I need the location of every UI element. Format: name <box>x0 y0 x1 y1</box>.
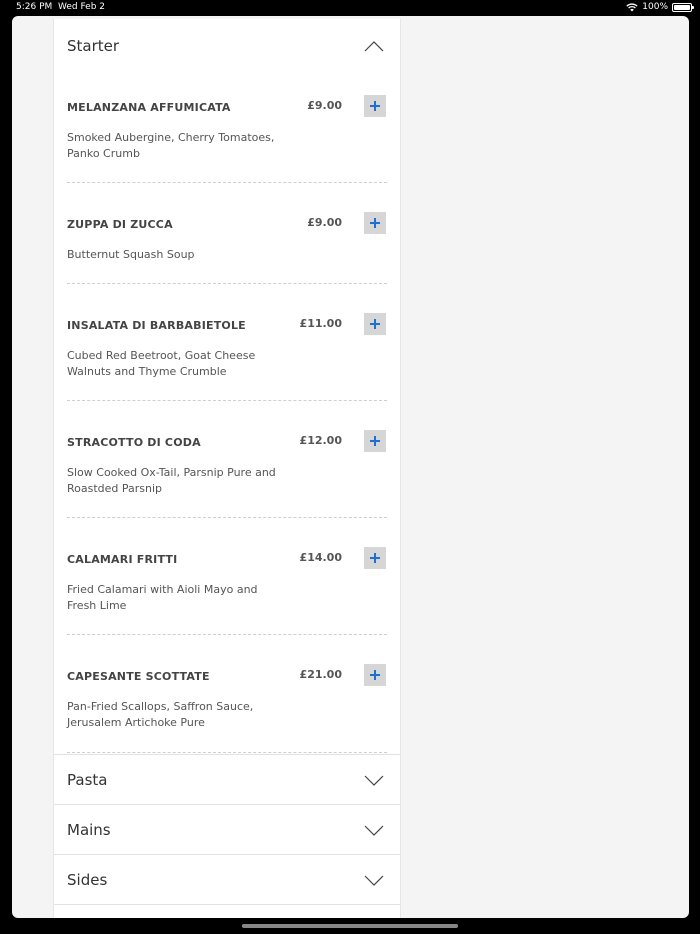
section-header-pasta[interactable]: Pasta <box>54 754 400 805</box>
menu-item-name: MELANZANA AFFUMICATA <box>67 101 231 114</box>
wifi-icon <box>626 2 638 11</box>
plus-icon <box>370 553 380 563</box>
menu-item-description: Fried Calamari with Aioli Mayo and Fresh… <box>67 583 258 612</box>
menu-item-price: £9.00 <box>307 99 342 112</box>
add-item-button[interactable] <box>364 547 386 569</box>
add-item-button[interactable] <box>364 430 386 452</box>
status-time: 5:26 PM Wed Feb 2 <box>16 0 105 14</box>
plus-icon <box>370 670 380 680</box>
menu-item-price: £9.00 <box>307 216 342 229</box>
add-item-button[interactable] <box>364 95 386 117</box>
menu-item-price: £21.00 <box>299 668 342 681</box>
menu-item-description: Cubed Red Beetroot, Goat Cheese Walnuts … <box>67 349 256 378</box>
menu-item-description: Slow Cooked Ox-Tail, Parsnip Pure and Ro… <box>67 466 276 495</box>
menu-item-price: £11.00 <box>299 317 342 330</box>
section-title: Mains <box>67 821 111 839</box>
plus-icon <box>370 101 380 111</box>
menu-item-description: Pan-Fried Scallops, Saffron Sauce, Jerus… <box>67 700 254 729</box>
item-divider <box>67 400 387 401</box>
menu-item-price: £14.00 <box>299 551 342 564</box>
section-header-mains[interactable]: Mains <box>54 804 400 855</box>
menu-item-name: STRACOTTO DI CODA <box>67 436 201 449</box>
item-divider <box>67 182 387 183</box>
menu-item-name: INSALATA DI BARBABIETOLE <box>67 319 246 332</box>
plus-icon <box>370 218 380 228</box>
section-header-starter[interactable]: Starter <box>54 19 400 69</box>
app-screen: Starter MELANZANA AFFUMICATA £9.00 Smoked … <box>12 16 689 918</box>
home-indicator[interactable] <box>242 924 458 928</box>
item-divider <box>67 283 387 284</box>
add-item-button[interactable] <box>364 212 386 234</box>
menu-item-price: £12.00 <box>299 434 342 447</box>
item-divider <box>67 634 387 635</box>
plus-icon <box>370 319 380 329</box>
chevron-down-icon[interactable] <box>364 775 384 787</box>
status-right: 100% <box>626 0 694 14</box>
status-bar: 5:26 PM Wed Feb 2 100% <box>0 0 700 14</box>
section-title: Pasta <box>67 771 108 789</box>
menu-card: Starter MELANZANA AFFUMICATA £9.00 Smoked … <box>53 19 401 918</box>
battery-icon <box>672 2 694 12</box>
status-date-text: Wed Feb 2 <box>58 2 106 12</box>
add-item-button[interactable] <box>364 664 386 686</box>
chevron-up-icon[interactable] <box>364 40 384 52</box>
menu-item-name: ZUPPA DI ZUCCA <box>67 218 173 231</box>
section-header-next <box>54 904 400 918</box>
menu-item-name: CAPESANTE SCOTTATE <box>67 670 210 683</box>
section-title-starter: Starter <box>67 37 120 55</box>
section-title: Sides <box>67 871 108 889</box>
add-item-button[interactable] <box>364 313 386 335</box>
menu-item-description: Smoked Aubergine, Cherry Tomatoes, Panko… <box>67 131 275 160</box>
item-divider <box>67 752 387 753</box>
battery-percent: 100% <box>642 2 668 12</box>
item-divider <box>67 517 387 518</box>
chevron-down-icon[interactable] <box>364 825 384 837</box>
plus-icon <box>370 436 380 446</box>
status-time-text: 5:26 PM <box>16 2 53 12</box>
section-header-sides[interactable]: Sides <box>54 854 400 905</box>
chevron-down-icon[interactable] <box>364 875 384 887</box>
menu-item-name: CALAMARI FRITTI <box>67 553 178 566</box>
menu-item-description: Butternut Squash Soup <box>67 248 195 261</box>
